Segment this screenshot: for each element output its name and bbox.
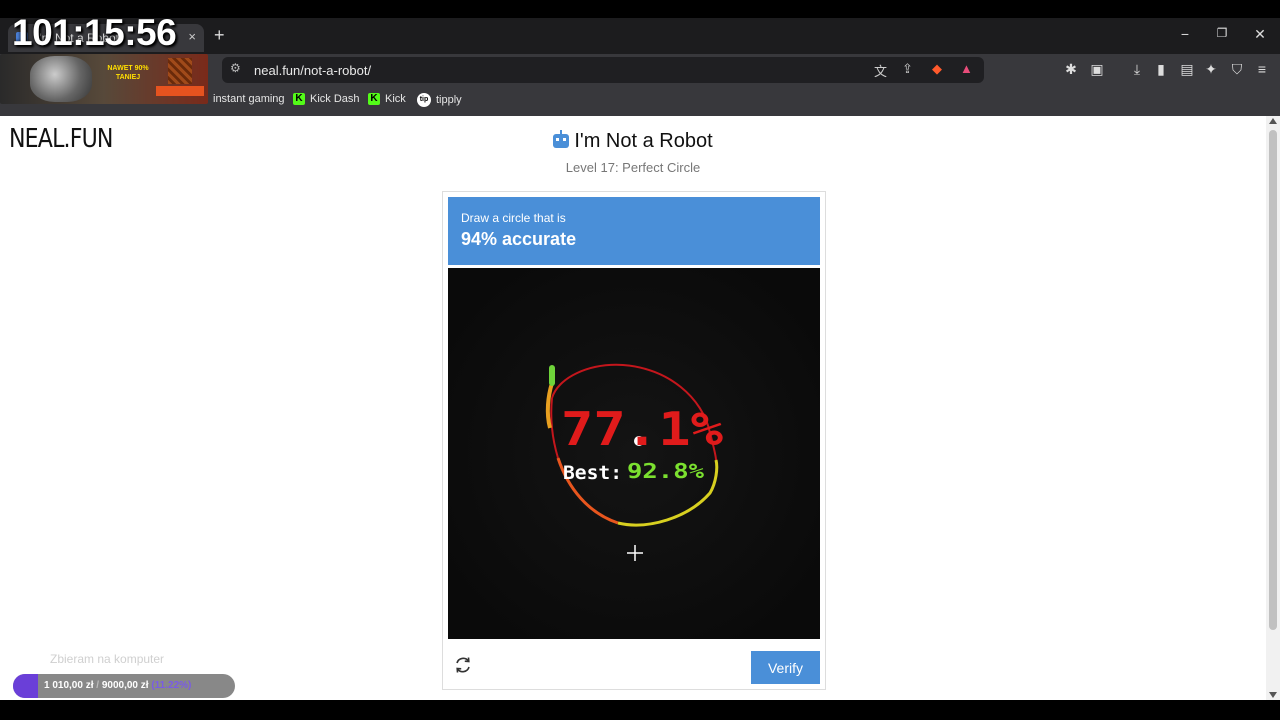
prompt-instruction: Draw a circle that is (461, 211, 566, 225)
prompt-target: 94% accurate (461, 229, 577, 249)
ad-button (156, 86, 204, 96)
ad-pattern-image (168, 58, 192, 84)
level-subtitle: Level 17: Perfect Circle (565, 160, 701, 175)
bookmark-kick-dash[interactable]: K Kick Dash (293, 93, 360, 105)
bottom-strip (0, 700, 1280, 720)
donation-goal: 9000,00 zł (101, 680, 149, 691)
minimize-button[interactable]: − (1175, 26, 1195, 42)
ad-text: NAWET 90% TANIEJ (107, 65, 149, 81)
bookmark-label: Kick Dash (310, 93, 360, 105)
bookmark-tipply[interactable]: tip tipply (417, 93, 462, 107)
kick-icon: K (293, 93, 305, 105)
verify-button[interactable]: Verify (751, 651, 820, 684)
tab-close-icon[interactable]: × (188, 29, 196, 44)
brave-rewards-icon[interactable]: ▲ (960, 61, 973, 76)
page-scrollbar[interactable] (1266, 116, 1280, 700)
sidebar-icon[interactable]: ▮ (1152, 61, 1170, 78)
robot-icon (553, 130, 570, 148)
drawing-svg: 77.1% Best: 92.8% (448, 268, 820, 639)
vpn-icon[interactable]: ⛉ (1228, 61, 1246, 78)
tipply-icon: tip (417, 93, 431, 107)
bookmark-kick[interactable]: K Kick (368, 93, 406, 105)
site-settings-icon[interactable]: ⚙ (230, 61, 241, 75)
close-window-button[interactable]: ✕ (1250, 26, 1270, 43)
url-text[interactable]: neal.fun/not-a-robot/ (254, 63, 371, 78)
ad-character-image (30, 56, 92, 102)
donation-current: 1 010,00 zł (44, 680, 94, 691)
captcha-footer: Verify (448, 643, 820, 685)
stream-ad-banner: NAWET 90% TANIEJ (0, 54, 208, 104)
donation-percent: (11.22%) (151, 680, 192, 691)
donation-separator: / (96, 680, 100, 691)
leo-ai-icon[interactable]: ✦ (1202, 61, 1220, 78)
screenshot-icon[interactable]: ▣ (1088, 61, 1106, 78)
page-content: NEAL.FUN I'm Not a Robot Level 17: Perfe… (0, 116, 1266, 700)
page-heading: I'm Not a Robot (0, 130, 1266, 153)
drawing-canvas[interactable]: 77.1% Best: 92.8% (448, 268, 820, 639)
refresh-icon[interactable] (454, 656, 472, 674)
best-score: 92.8% (627, 459, 704, 483)
kick-icon: K (368, 93, 380, 105)
share-icon[interactable]: ⇪ (902, 61, 913, 77)
menu-icon[interactable]: ≡ (1253, 61, 1271, 77)
address-bar[interactable]: ⚙ neal.fun/not-a-robot/ 文 ⇪ ◆ ▲ (222, 57, 984, 83)
donation-amounts: 1 010,00 zł / 9000,00 zł (11.22%) (44, 680, 191, 691)
translate-icon[interactable]: 文 (874, 61, 887, 80)
donation-progress-bar: 1 010,00 zł / 9000,00 zł (11.22%) (13, 674, 235, 698)
maximize-button[interactable]: ❐ (1212, 26, 1232, 40)
captcha-card: Draw a circle that is 94% accurate 77.1%… (442, 191, 826, 690)
scroll-up-icon[interactable] (1269, 118, 1277, 124)
accuracy-score: 77.1% (561, 402, 723, 456)
page-title: I'm Not a Robot (574, 130, 713, 152)
wallet-icon[interactable]: ▤ (1178, 61, 1196, 78)
bookmark-instant-gaming[interactable]: instant gaming (196, 93, 285, 105)
donation-progress-fill (13, 674, 38, 698)
tab-bar: I'm Not a Robot × + − ❐ ✕ (0, 18, 1280, 54)
bookmark-label: instant gaming (213, 93, 285, 105)
bookmark-label: tipply (436, 94, 462, 106)
captcha-prompt: Draw a circle that is 94% accurate (448, 197, 820, 265)
scroll-down-icon[interactable] (1269, 692, 1277, 698)
new-tab-button[interactable]: + (214, 26, 225, 44)
extensions-icon[interactable]: ✱ (1062, 61, 1080, 78)
stream-timer: 101:15:56 (12, 12, 177, 53)
donation-label: Zbieram na komputer (50, 652, 165, 666)
scroll-thumb[interactable] (1269, 130, 1277, 630)
downloads-icon[interactable]: ⤓ (1128, 61, 1146, 78)
brave-shields-icon[interactable]: ◆ (932, 61, 942, 77)
bookmark-label: Kick (385, 93, 406, 105)
best-label: Best: (563, 462, 622, 484)
